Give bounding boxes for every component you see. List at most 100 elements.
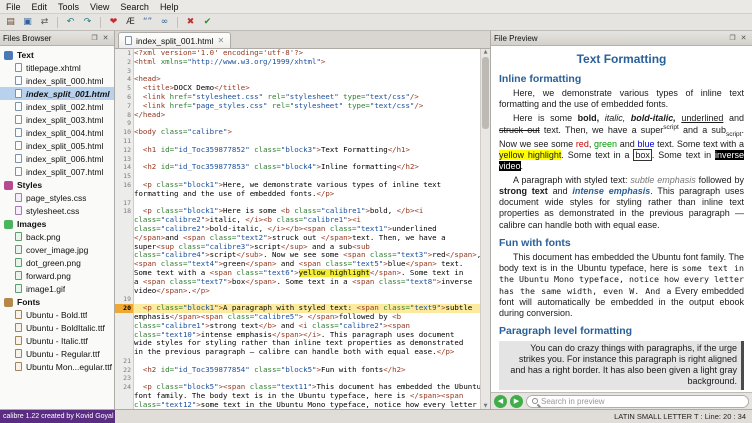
code-line[interactable]: <link href="page_styles.css" rel="styles… [134,102,480,111]
code-line[interactable]: class="calibre1">strong text</b> and <i … [134,322,480,331]
file-item[interactable]: index_split_005.html [0,139,114,152]
undock-icon[interactable]: ❐ [727,33,738,44]
file-item[interactable]: index_split_006.html [0,152,114,165]
code-line[interactable]: font family. The body text is in the Ubu… [134,392,480,401]
code-line[interactable] [134,137,480,146]
close-icon[interactable]: ✕ [100,33,111,44]
code-line[interactable]: <html xmlns="http://www.w3.org/1999/xhtm… [134,58,480,67]
file-item[interactable]: index_split_000.html [0,74,114,87]
code-line[interactable]: <body class="calibre"> [134,128,480,137]
code-line[interactable] [134,155,480,164]
code-line[interactable]: emphasis</span><span class="calibre5"> <… [134,313,480,322]
code-line[interactable]: <h2 id="id_Toc359877853" class="block4">… [134,163,480,172]
file-item[interactable]: index_split_002.html [0,100,114,113]
gutter-line-number: 22 [115,366,133,375]
file-item[interactable]: page_styles.css [0,191,114,204]
menu-edit[interactable]: Edit [32,2,48,12]
file-item[interactable]: forward.png [0,269,114,282]
code-line[interactable] [134,295,480,304]
file-item-label: cover_image.jpg [26,245,88,255]
code-line[interactable]: </span>and <span class="text2">struck ou… [134,234,480,243]
code-line[interactable]: Some text with a <span class="text6">yel… [134,269,480,278]
code-line[interactable]: a <span class="text7">box</span>. Some t… [134,278,480,287]
code-line[interactable]: <head> [134,75,480,84]
code-line[interactable]: <p class="block1">Here, we demonstrate v… [134,181,480,190]
code-line[interactable]: formatting and the use of embedded fonts… [134,190,480,199]
code-line[interactable] [134,67,480,76]
search-input[interactable] [541,397,743,406]
scroll-down-icon[interactable]: ▼ [481,403,490,409]
code-line[interactable]: class="text12">some text in the Ubuntu M… [134,401,480,409]
smart-quotes-icon[interactable]: “” [140,15,155,29]
insert-link-icon[interactable]: ∞ [157,15,172,29]
files-section-images[interactable]: Images [0,217,114,230]
code-line[interactable]: <span class="text4">green</span> and <sp… [134,260,480,269]
code-line[interactable] [134,357,480,366]
code-line[interactable]: class="calibre4">script</sub>. Now we se… [134,251,480,260]
search-previous-button[interactable]: ◀ [494,395,507,408]
file-item[interactable]: image1.gif [0,282,114,295]
code-line[interactable]: <title>DOCX Demo</title> [134,84,480,93]
code-line[interactable]: <h1 id="id_Toc359877852" class="block3">… [134,146,480,155]
file-item[interactable]: index_split_004.html [0,126,114,139]
code-line[interactable]: <p class="block5"><span class="text11">T… [134,383,480,392]
tab-close-icon[interactable]: ✕ [218,36,225,45]
file-item[interactable]: Ubuntu - Bold.ttf [0,308,114,321]
file-item[interactable]: cover_image.jpg [0,243,114,256]
code-line[interactable]: <?xml version='1.0' encoding='utf-8'?> [134,49,480,58]
donate-heart-icon[interactable]: ❤ [106,15,121,29]
editor-scrollbar[interactable]: ▲ ▼ [480,49,490,409]
file-item[interactable]: Ubuntu - BoldItalic.ttf [0,321,114,334]
file-item[interactable]: Ubuntu - Italic.ttf [0,334,114,347]
file-item[interactable]: dot_green.png [0,256,114,269]
undock-icon[interactable]: ❐ [89,33,100,44]
menu-file[interactable]: File [6,2,21,12]
code-line[interactable]: wide styles for styling rather than inli… [134,339,480,348]
menu-search[interactable]: Search [120,2,149,12]
spell-check-icon[interactable]: ✔ [200,15,215,29]
files-section-fonts[interactable]: Fonts [0,295,114,308]
search-next-button[interactable]: ▶ [510,395,523,408]
code-line[interactable]: in the previous paragraph — calibre can … [134,348,480,357]
file-item[interactable]: titlepage.xhtml [0,61,114,74]
redo-icon[interactable]: ↷ [80,15,95,29]
scroll-up-icon[interactable]: ▲ [481,49,490,55]
menu-help[interactable]: Help [160,2,179,12]
open-book-icon[interactable]: ▤ [3,15,18,29]
files-section-styles[interactable]: Styles [0,178,114,191]
code-line[interactable]: video</span>.</p> [134,287,480,296]
code-line[interactable]: class="calibre2">bold-italic, </i></b><s… [134,225,480,234]
code-line[interactable] [134,199,480,208]
undo-icon[interactable]: ↶ [63,15,78,29]
file-item[interactable]: index_split_001.html [0,87,114,100]
file-item[interactable]: index_split_007.html [0,165,114,178]
code-line[interactable]: <p class="block1">Here is some <b class=… [134,207,480,216]
code-line[interactable]: <link href="stylesheet.css" rel="stylesh… [134,93,480,102]
file-item[interactable]: stylesheet.css [0,204,114,217]
special-character-icon[interactable]: Æ [123,15,138,29]
code-line[interactable]: <p class="block1">A paragraph with style… [134,304,480,313]
code-line[interactable]: <h2 id="id_Toc359877854" class="block5">… [134,366,480,375]
clear-formatting-icon[interactable]: ✖ [183,15,198,29]
code-line[interactable]: class="text10">intense emphasis</span></… [134,331,480,340]
scrollbar-thumb[interactable] [482,57,489,129]
file-item[interactable]: Ubuntu - Regular.ttf [0,347,114,360]
code-line[interactable] [134,119,480,128]
file-item[interactable]: index_split_003.html [0,113,114,126]
sync-icon[interactable]: ⇄ [37,15,52,29]
code-line[interactable]: super<sup class="calibre3">script</sup> … [134,243,480,252]
files-section-text[interactable]: Text [0,48,114,61]
code-line[interactable] [134,374,480,383]
code-line[interactable] [134,172,480,181]
file-item[interactable]: Ubuntu Mon...egular.ttf [0,360,114,373]
close-icon[interactable]: ✕ [738,33,749,44]
preview-search-box[interactable] [526,395,749,408]
editor-tab[interactable]: index_split_001.html ✕ [118,32,231,48]
file-item[interactable]: back.png [0,230,114,243]
menu-tools[interactable]: Tools [58,2,79,12]
code-line[interactable]: class="calibre2">italic, </i><b class="c… [134,216,480,225]
code-line[interactable]: </head> [134,111,480,120]
code-editor[interactable]: <?xml version='1.0' encoding='utf-8'?><h… [134,49,480,409]
menu-view[interactable]: View [90,2,109,12]
save-icon[interactable]: ▣ [20,15,35,29]
